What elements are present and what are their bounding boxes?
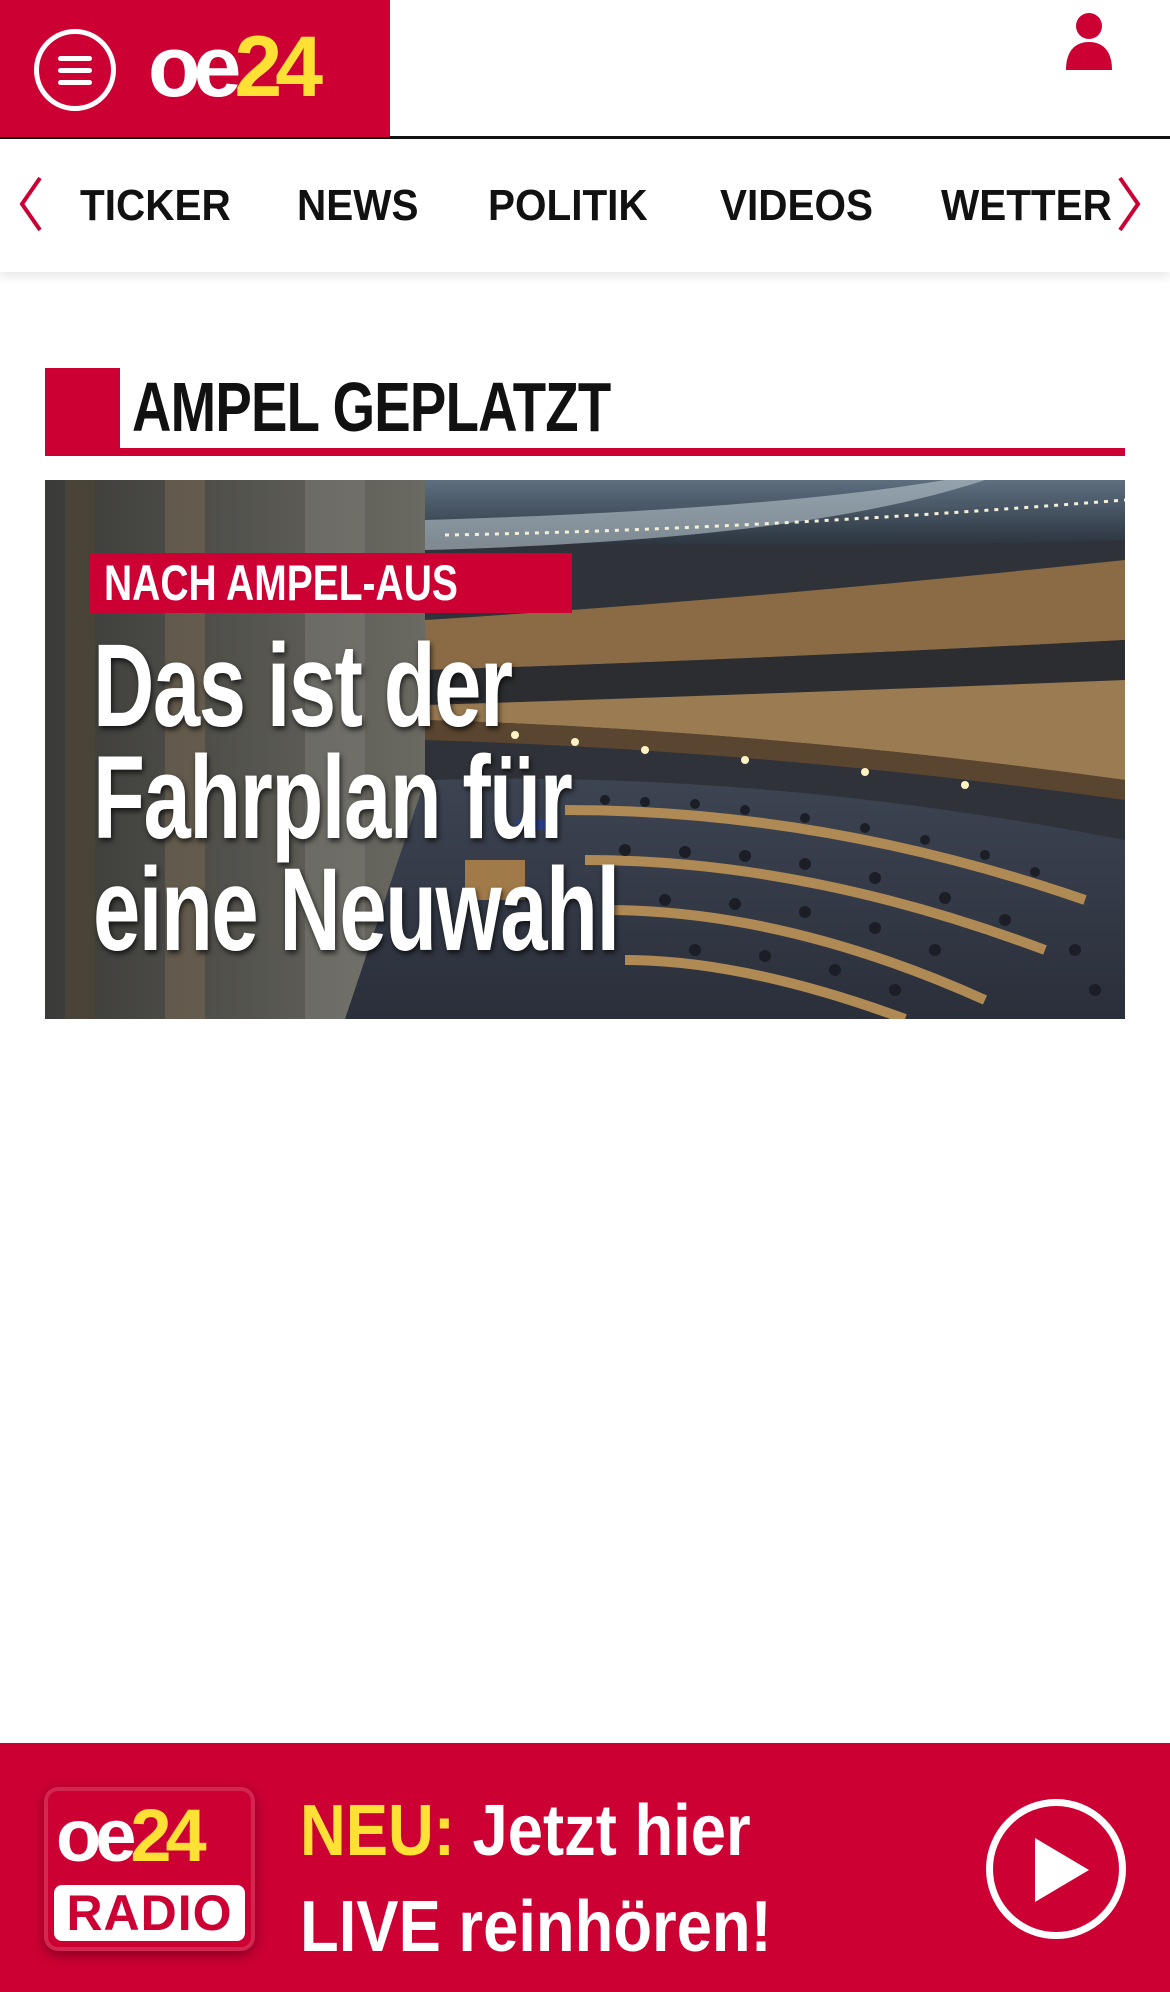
nav-item-politik[interactable]: POLITIK <box>488 180 648 232</box>
nav-item-videos[interactable]: VIDEOS <box>720 180 873 232</box>
nav-item-wetter[interactable]: WETTER <box>941 180 1112 232</box>
section-underline <box>45 448 1125 456</box>
menu-button[interactable] <box>34 29 116 111</box>
radio-promo-text: NEU: Jetzt hier LIVE reinhören! <box>300 1791 772 1967</box>
radio-banner[interactable]: oe24 RADIO NEU: Jetzt hier LIVE reinhöre… <box>0 1743 1170 1992</box>
section-title: AMPEL GEPLATZT <box>132 368 611 446</box>
main-navigation: TICKER NEWS POLITIK VIDEOS WETTER <box>0 140 1170 272</box>
section-heading[interactable]: AMPEL GEPLATZT <box>45 368 1125 456</box>
user-icon[interactable] <box>1064 12 1114 70</box>
article-headline[interactable]: Das ist der Fahrplan für eine Neuwahl <box>93 627 741 969</box>
nav-item-ticker[interactable]: TICKER <box>80 180 231 232</box>
play-icon <box>1035 1838 1089 1902</box>
site-header: oe24 <box>0 0 1170 139</box>
hero-article[interactable]: NACH AMPEL-AUS Das ist der Fahrplan für … <box>45 480 1125 1019</box>
play-button[interactable] <box>986 1799 1126 1939</box>
hamburger-menu-icon <box>58 56 92 61</box>
chevron-right-icon[interactable] <box>1114 174 1144 234</box>
brand-block: oe24 <box>0 0 390 137</box>
radio-logo: oe24 RADIO <box>44 1787 255 1951</box>
chevron-left-icon[interactable] <box>16 174 46 234</box>
article-kicker: NACH AMPEL-AUS <box>90 553 572 613</box>
section-accent-block <box>45 368 120 456</box>
nav-item-news[interactable]: NEWS <box>297 180 418 232</box>
radio-label: RADIO <box>54 1885 245 1941</box>
site-logo[interactable]: oe24 <box>148 22 323 112</box>
